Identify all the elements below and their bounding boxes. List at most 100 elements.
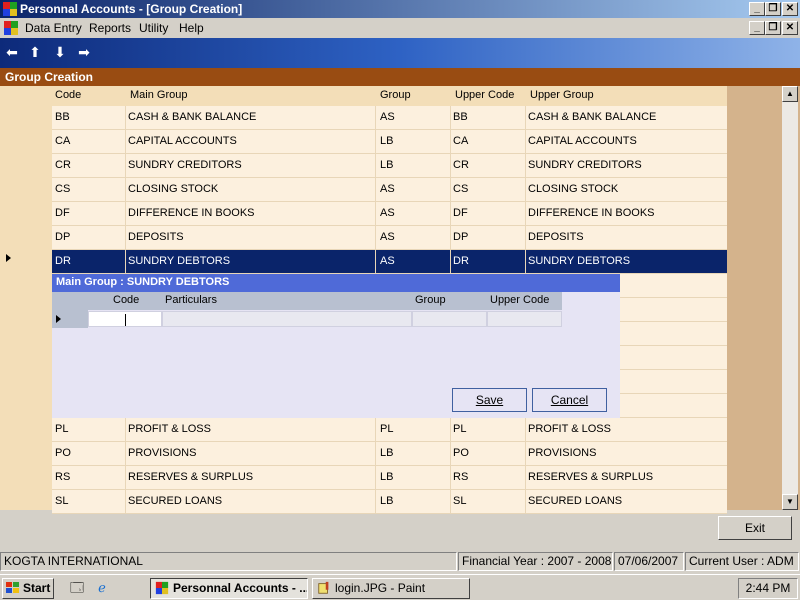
cell-upper-code[interactable]: PL <box>453 423 466 435</box>
cell-code[interactable]: CR <box>55 159 71 171</box>
sub-header-particulars[interactable]: Particulars <box>165 294 217 306</box>
cell-code[interactable]: BB <box>55 111 70 123</box>
sub-particulars-input[interactable] <box>162 311 412 327</box>
cell-main-group[interactable]: PROFIT & LOSS <box>128 423 211 435</box>
grid-scrollbar[interactable]: ▲ ▼ <box>782 86 798 510</box>
taskbar-item-paint[interactable]: login.JPG - Paint <box>312 578 470 599</box>
row-selector-column[interactable] <box>0 86 52 510</box>
cell-main-group[interactable]: PROVISIONS <box>128 447 196 459</box>
internet-explorer-icon[interactable]: ℯ <box>94 580 110 596</box>
cell-code[interactable]: DF <box>55 207 70 219</box>
restore-button[interactable]: ❐ <box>765 2 781 16</box>
cell-group[interactable]: LB <box>380 495 393 507</box>
header-code[interactable]: Code <box>55 89 81 101</box>
table-row[interactable]: DP DEPOSITS AS DP DEPOSITS <box>52 226 727 250</box>
cell-upper-group[interactable]: CASH & BANK BALANCE <box>528 111 656 123</box>
cell-main-group[interactable]: CASH & BANK BALANCE <box>128 111 256 123</box>
cancel-button[interactable]: Cancel <box>532 388 607 412</box>
minimize-button[interactable]: _ <box>749 2 765 16</box>
cell-upper-code[interactable]: DP <box>453 231 468 243</box>
app-menu-icon[interactable] <box>3 20 19 36</box>
cell-group[interactable]: LB <box>380 447 393 459</box>
cell-group[interactable]: PL <box>380 423 393 435</box>
table-row[interactable]: CA CAPITAL ACCOUNTS LB CA CAPITAL ACCOUNTS <box>52 130 727 154</box>
system-tray-clock[interactable]: 2:44 PM <box>738 578 798 599</box>
header-upper-code[interactable]: Upper Code <box>455 89 514 101</box>
cell-group[interactable]: LB <box>380 135 393 147</box>
sub-upper-code-input[interactable] <box>487 311 562 327</box>
table-row[interactable]: BB CASH & BANK BALANCE AS BB CASH & BANK BAL… <box>52 106 727 130</box>
header-main-group[interactable]: Main Group <box>130 89 187 101</box>
cell-upper-group[interactable]: RESERVES & SURPLUS <box>528 471 653 483</box>
table-row[interactable]: SL SECURED LOANS LB SL SECURED LOANS <box>52 490 727 514</box>
cell-main-group[interactable]: SUNDRY CREDITORS <box>128 159 242 171</box>
previous-record-icon[interactable]: ⬆ <box>27 44 43 60</box>
cell-upper-group[interactable]: PROFIT & LOSS <box>528 423 611 435</box>
cell-group[interactable]: AS <box>380 207 395 219</box>
save-button[interactable]: Save <box>452 388 527 412</box>
cell-upper-code[interactable]: CA <box>453 135 468 147</box>
scroll-up-button[interactable]: ▲ <box>782 86 798 102</box>
header-group[interactable]: Group <box>380 89 411 101</box>
cell-upper-code[interactable]: RS <box>453 471 468 483</box>
cell-upper-group[interactable]: CAPITAL ACCOUNTS <box>528 135 637 147</box>
cell-upper-group[interactable]: SUNDRY DEBTORS <box>528 255 630 267</box>
menu-reports[interactable]: Reports <box>89 21 131 35</box>
cell-upper-code[interactable]: DR <box>453 255 469 267</box>
table-row[interactable]: PL PROFIT & LOSS PL PL PROFIT & LOSS <box>52 418 727 442</box>
close-button[interactable]: ✕ <box>782 2 798 16</box>
cell-code[interactable]: CS <box>55 183 70 195</box>
cell-code[interactable]: SL <box>55 495 68 507</box>
last-record-icon[interactable]: ➡ <box>76 44 92 60</box>
menu-help[interactable]: Help <box>179 21 204 35</box>
cell-upper-group[interactable]: PROVISIONS <box>528 447 596 459</box>
cell-upper-code[interactable]: SL <box>453 495 466 507</box>
cell-upper-group[interactable]: DIFFERENCE IN BOOKS <box>528 207 655 219</box>
exit-button[interactable]: Exit <box>718 516 792 540</box>
cell-main-group[interactable]: SUNDRY DEBTORS <box>128 255 230 267</box>
cell-main-group[interactable]: RESERVES & SURPLUS <box>128 471 253 483</box>
sub-row-selector[interactable] <box>52 310 88 328</box>
cell-main-group[interactable]: DIFFERENCE IN BOOKS <box>128 207 255 219</box>
table-row[interactable]: DR SUNDRY DEBTORS AS DR SUNDRY DEBTORS <box>52 250 727 274</box>
sub-header-code[interactable]: Code <box>113 294 139 306</box>
cell-upper-code[interactable]: BB <box>453 111 468 123</box>
cell-group[interactable]: LB <box>380 159 393 171</box>
cell-code[interactable]: DR <box>55 255 71 267</box>
sub-header-group[interactable]: Group <box>415 294 446 306</box>
next-record-icon[interactable]: ⬇ <box>52 44 68 60</box>
subgrid-new-row[interactable] <box>52 310 562 328</box>
taskbar-item-personnal-accounts[interactable]: Personnal Accounts - ... <box>150 578 308 599</box>
mdi-restore-button[interactable]: ❐ <box>765 21 781 35</box>
menu-utility[interactable]: Utility <box>139 21 168 35</box>
cell-code[interactable]: PL <box>55 423 68 435</box>
cell-code[interactable]: CA <box>55 135 70 147</box>
cell-group[interactable]: AS <box>380 183 395 195</box>
cell-group[interactable]: AS <box>380 111 395 123</box>
show-desktop-icon[interactable]: 🗔 <box>69 580 85 596</box>
cell-code[interactable]: RS <box>55 471 70 483</box>
cell-code[interactable]: PO <box>55 447 71 459</box>
cell-upper-code[interactable]: CR <box>453 159 469 171</box>
cell-group[interactable]: LB <box>380 471 393 483</box>
mdi-minimize-button[interactable]: _ <box>749 21 765 35</box>
table-row[interactable]: DF DIFFERENCE IN BOOKS AS DF DIFFERENCE IN B… <box>52 202 727 226</box>
sub-header-upper-code[interactable]: Upper Code <box>490 294 549 306</box>
table-row[interactable]: RS RESERVES & SURPLUS LB RS RESERVES & SURPL… <box>52 466 727 490</box>
first-record-icon[interactable]: ⬅ <box>4 44 20 60</box>
cell-group[interactable]: AS <box>380 231 395 243</box>
scroll-down-button[interactable]: ▼ <box>782 494 798 510</box>
cell-main-group[interactable]: SECURED LOANS <box>128 495 222 507</box>
cell-upper-group[interactable]: SUNDRY CREDITORS <box>528 159 642 171</box>
cell-main-group[interactable]: CAPITAL ACCOUNTS <box>128 135 237 147</box>
sub-group-input[interactable] <box>412 311 487 327</box>
cell-upper-group[interactable]: CLOSING STOCK <box>528 183 618 195</box>
cell-code[interactable]: DP <box>55 231 70 243</box>
table-row[interactable]: CS CLOSING STOCK AS CS CLOSING STOCK <box>52 178 727 202</box>
sub-code-input[interactable] <box>88 311 162 327</box>
menu-data-entry[interactable]: Data Entry <box>25 21 82 35</box>
table-row[interactable]: PO PROVISIONS LB PO PROVISIONS <box>52 442 727 466</box>
cell-group[interactable]: AS <box>380 255 395 267</box>
table-row[interactable]: CR SUNDRY CREDITORS LB CR SUNDRY CREDITORS <box>52 154 727 178</box>
cell-upper-group[interactable]: DEPOSITS <box>528 231 584 243</box>
